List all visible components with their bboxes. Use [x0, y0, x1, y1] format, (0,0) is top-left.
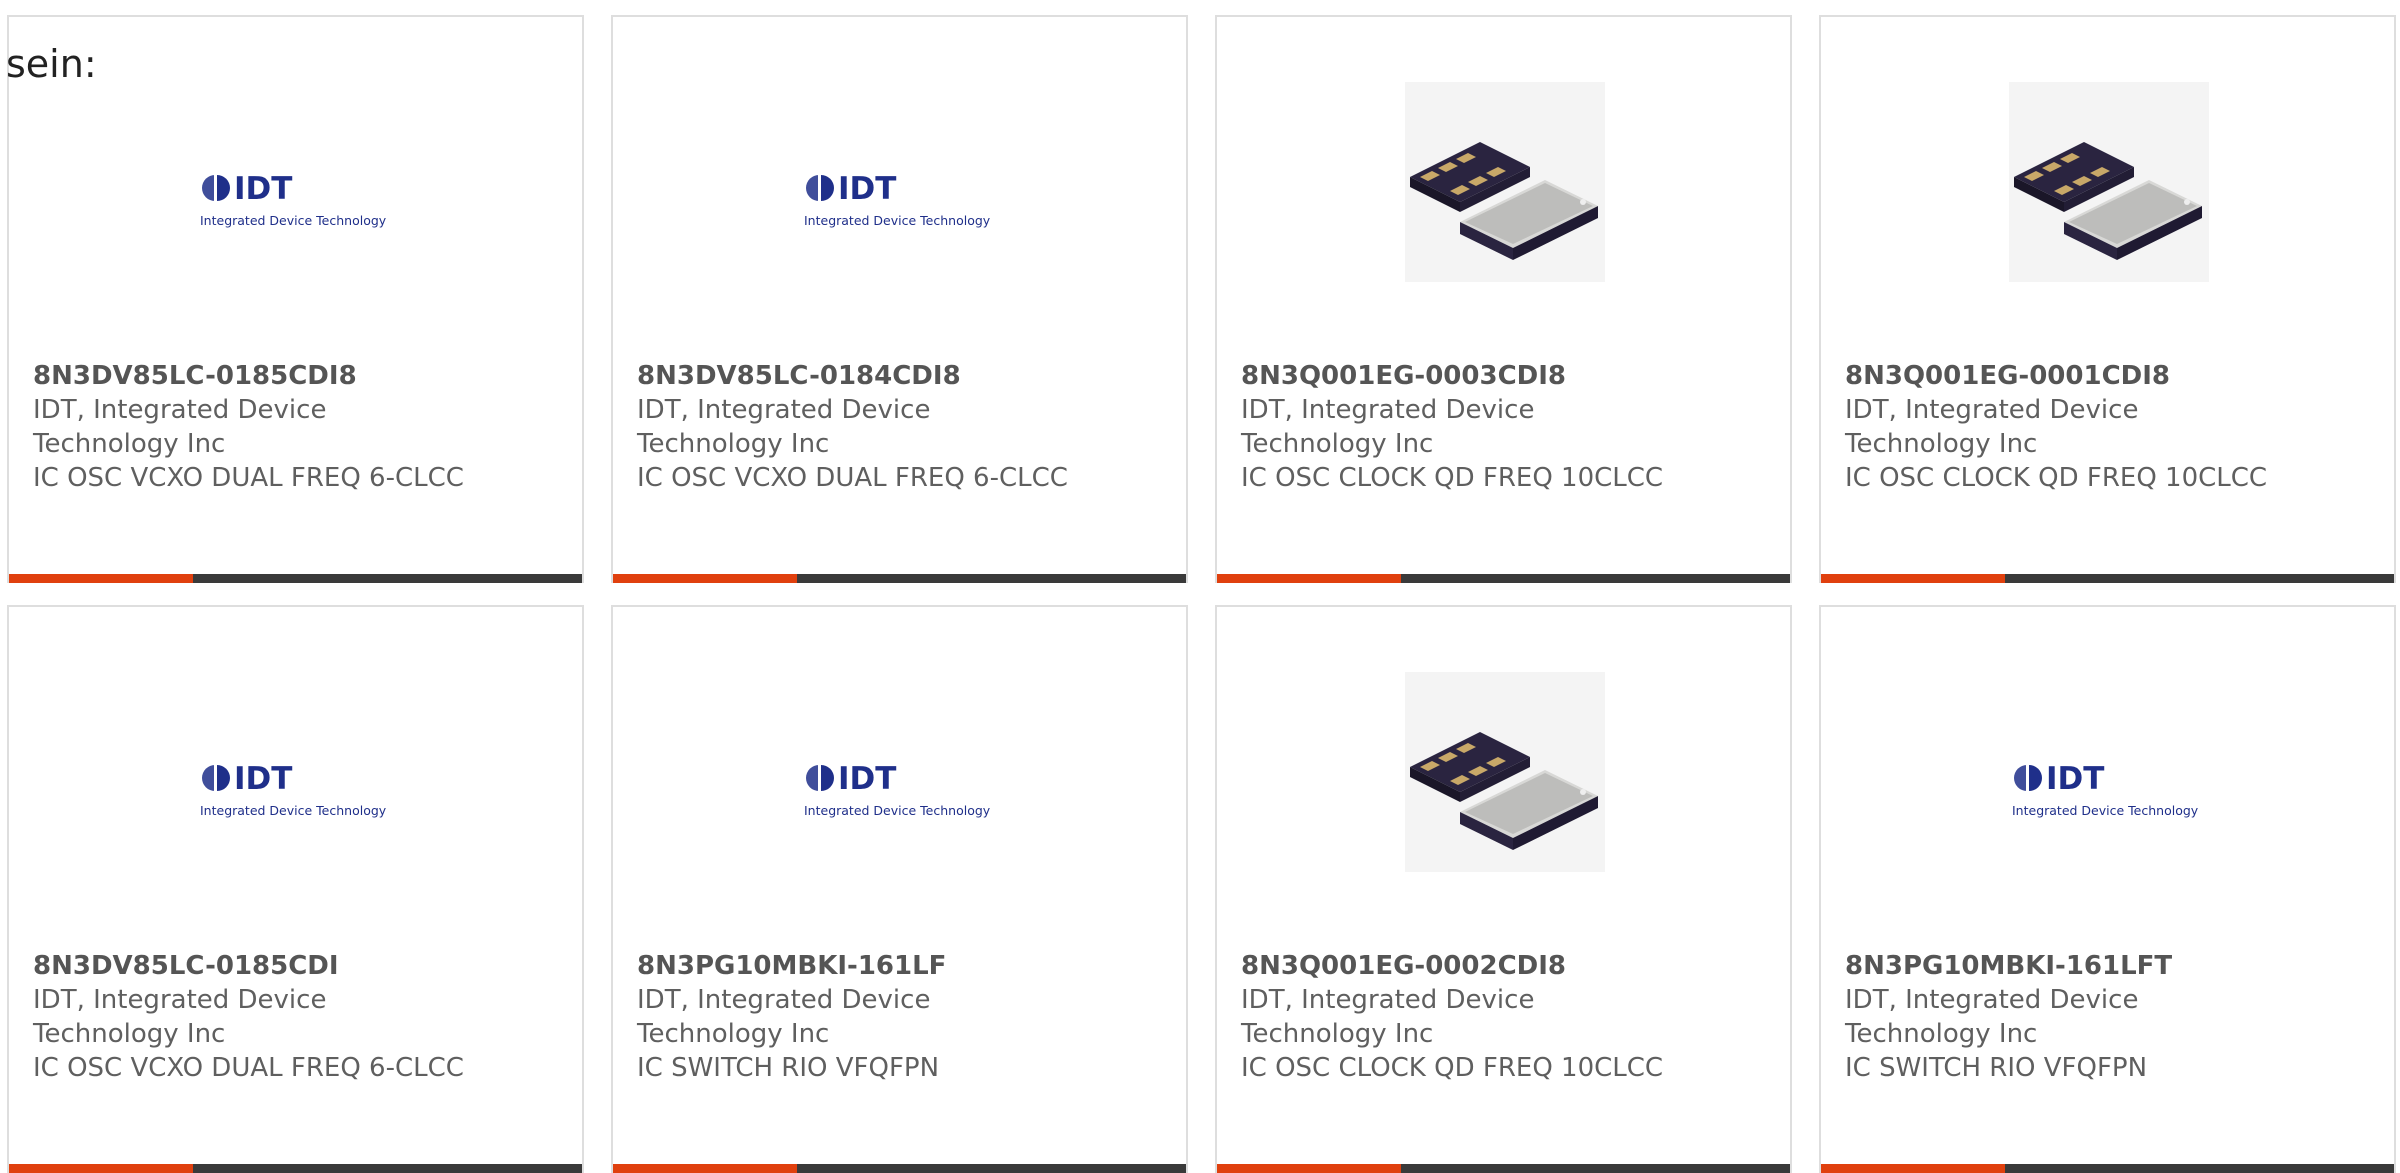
svg-text:IDT: IDT: [234, 171, 292, 207]
product-description: IC SWITCH RIO VFQFPN: [1845, 1053, 2148, 1083]
part-number-link[interactable]: 8N3Q001EG-0003CDI8: [1241, 359, 1761, 393]
manufacturer-name: IDT, Integrated Device: [33, 395, 327, 425]
product-description: IC OSC VCXO DUAL FREQ 6-CLCC: [637, 463, 1068, 493]
part-number-link[interactable]: 8N3Q001EG-0002CDI8: [1241, 949, 1761, 983]
card-accent-bar: [1821, 1164, 2005, 1173]
product-info: 8N3DV85LC-0185CDI IDT, Integrated Device…: [33, 949, 553, 1085]
manufacturer-name: IDT, Integrated Device: [1845, 985, 2139, 1015]
card-accent-bar: [1217, 1164, 1401, 1173]
svg-text:Integrated Device Technology: Integrated Device Technology: [804, 803, 991, 818]
intro-text: sein:: [6, 42, 97, 86]
oscillator-package-icon: [1405, 82, 1605, 282]
manufacturer-name-cont: Technology Inc: [1241, 1019, 1434, 1049]
manufacturer-name-cont: Technology Inc: [1845, 1019, 2038, 1049]
product-grid: sein: IDT Integrated Device Technology 8…: [0, 0, 2400, 1173]
product-card[interactable]: 8N3Q001EG-0003CDI8 IDT, Integrated Devic…: [1215, 15, 1792, 583]
card-accent-bar: [9, 574, 193, 583]
manufacturer-name: IDT, Integrated Device: [1845, 395, 2139, 425]
card-footer-bar: [9, 1164, 582, 1173]
idt-logo-icon: IDT Integrated Device Technology: [2009, 672, 2209, 872]
part-number-link[interactable]: 8N3DV85LC-0184CDI8: [637, 359, 1157, 393]
product-card[interactable]: 8N3Q001EG-0001CDI8 IDT, Integrated Devic…: [1819, 15, 2396, 583]
product-card[interactable]: IDT Integrated Device Technology 8N3DV85…: [611, 15, 1188, 583]
card-footer-bar: [1821, 574, 2394, 583]
card-footer-bar: [613, 574, 1186, 583]
manufacturer-name: IDT, Integrated Device: [637, 395, 931, 425]
product-card[interactable]: IDT Integrated Device Technology 8N3PG10…: [611, 605, 1188, 1173]
product-card[interactable]: IDT Integrated Device Technology 8N3DV85…: [7, 15, 584, 583]
product-description: IC OSC VCXO DUAL FREQ 6-CLCC: [33, 1053, 464, 1083]
part-number-link[interactable]: 8N3DV85LC-0185CDI8: [33, 359, 553, 393]
part-number-link[interactable]: 8N3PG10MBKI-161LF: [637, 949, 1157, 983]
manufacturer-name-cont: Technology Inc: [1845, 429, 2038, 459]
product-info: 8N3DV85LC-0184CDI8 IDT, Integrated Devic…: [637, 359, 1157, 495]
product-card[interactable]: IDT Integrated Device Technology 8N3DV85…: [7, 605, 584, 1173]
card-accent-bar: [1217, 574, 1401, 583]
card-accent-bar: [613, 574, 797, 583]
product-description: IC SWITCH RIO VFQFPN: [637, 1053, 940, 1083]
card-accent-bar: [9, 1164, 193, 1173]
manufacturer-name-cont: Technology Inc: [637, 429, 830, 459]
svg-text:Integrated Device Technology: Integrated Device Technology: [200, 213, 387, 228]
card-footer-bar: [613, 1164, 1186, 1173]
oscillator-package-icon: [1405, 672, 1605, 872]
idt-logo-icon: IDT Integrated Device Technology: [801, 82, 1001, 282]
manufacturer-name: IDT, Integrated Device: [637, 985, 931, 1015]
product-info: 8N3Q001EG-0003CDI8 IDT, Integrated Devic…: [1241, 359, 1761, 495]
svg-text:IDT: IDT: [838, 761, 896, 797]
svg-text:IDT: IDT: [234, 761, 292, 797]
card-accent-bar: [613, 1164, 797, 1173]
manufacturer-name-cont: Technology Inc: [637, 1019, 830, 1049]
manufacturer-name: IDT, Integrated Device: [1241, 985, 1535, 1015]
card-footer-bar: [1217, 574, 1790, 583]
product-info: 8N3PG10MBKI-161LFT IDT, Integrated Devic…: [1845, 949, 2365, 1085]
manufacturer-name: IDT, Integrated Device: [33, 985, 327, 1015]
product-info: 8N3DV85LC-0185CDI8 IDT, Integrated Devic…: [33, 359, 553, 495]
product-description: IC OSC VCXO DUAL FREQ 6-CLCC: [33, 463, 464, 493]
product-description: IC OSC CLOCK QD FREQ 10CLCC: [1241, 463, 1664, 493]
manufacturer-name: IDT, Integrated Device: [1241, 395, 1535, 425]
part-number-link[interactable]: 8N3Q001EG-0001CDI8: [1845, 359, 2365, 393]
product-info: 8N3Q001EG-0001CDI8 IDT, Integrated Devic…: [1845, 359, 2365, 495]
manufacturer-name-cont: Technology Inc: [1241, 429, 1434, 459]
product-description: IC OSC CLOCK QD FREQ 10CLCC: [1241, 1053, 1664, 1083]
card-accent-bar: [1821, 574, 2005, 583]
card-footer-bar: [1821, 1164, 2394, 1173]
part-number-link[interactable]: 8N3PG10MBKI-161LFT: [1845, 949, 2365, 983]
product-card[interactable]: IDT Integrated Device Technology 8N3PG10…: [1819, 605, 2396, 1173]
product-info: 8N3Q001EG-0002CDI8 IDT, Integrated Devic…: [1241, 949, 1761, 1085]
svg-text:IDT: IDT: [2046, 761, 2104, 797]
manufacturer-name-cont: Technology Inc: [33, 429, 226, 459]
idt-logo-icon: IDT Integrated Device Technology: [197, 82, 397, 282]
oscillator-package-icon: [2009, 82, 2209, 282]
svg-text:Integrated Device Technology: Integrated Device Technology: [200, 803, 387, 818]
card-footer-bar: [1217, 1164, 1790, 1173]
manufacturer-name-cont: Technology Inc: [33, 1019, 226, 1049]
card-footer-bar: [9, 574, 582, 583]
idt-logo-icon: IDT Integrated Device Technology: [197, 672, 397, 872]
product-card[interactable]: 8N3Q001EG-0002CDI8 IDT, Integrated Devic…: [1215, 605, 1792, 1173]
svg-text:IDT: IDT: [838, 171, 896, 207]
part-number-link[interactable]: 8N3DV85LC-0185CDI: [33, 949, 553, 983]
product-info: 8N3PG10MBKI-161LF IDT, Integrated Device…: [637, 949, 1157, 1085]
svg-text:Integrated Device Technology: Integrated Device Technology: [804, 213, 991, 228]
svg-text:Integrated Device Technology: Integrated Device Technology: [2012, 803, 2199, 818]
product-description: IC OSC CLOCK QD FREQ 10CLCC: [1845, 463, 2268, 493]
idt-logo-icon: IDT Integrated Device Technology: [801, 672, 1001, 872]
